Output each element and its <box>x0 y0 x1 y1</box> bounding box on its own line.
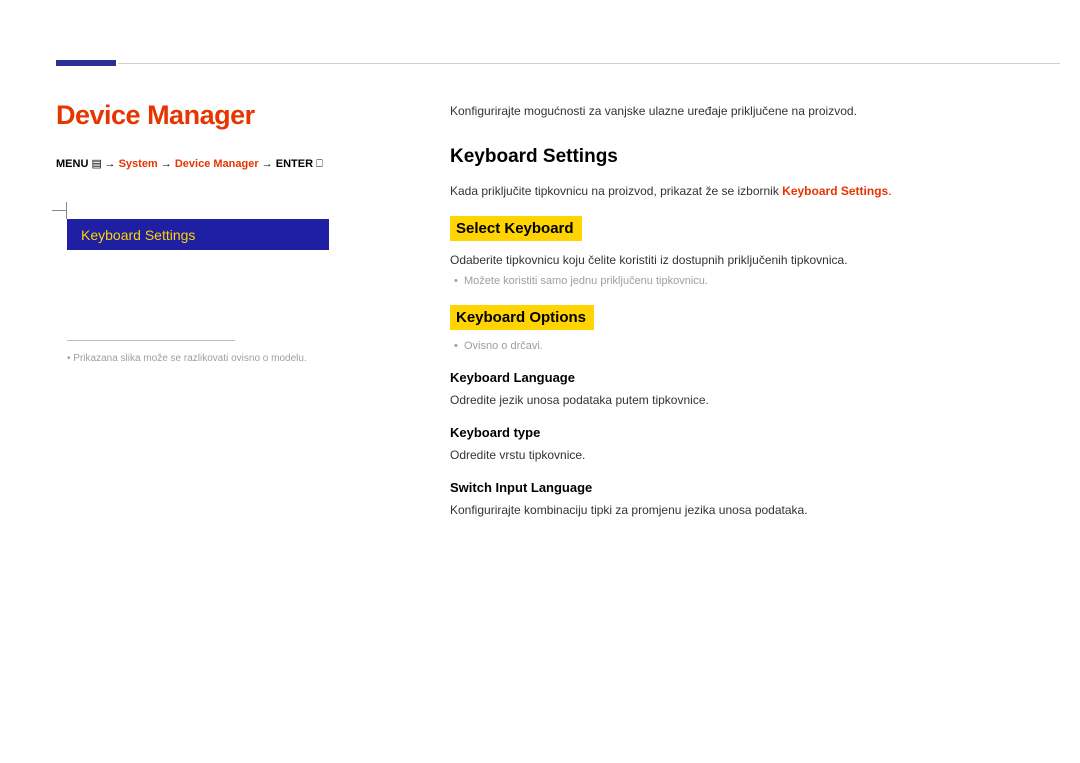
hint-post: . <box>888 184 891 198</box>
intro-text: Konfigurirajte mogućnosti za vanjske ula… <box>450 104 1020 118</box>
top-accent-bar <box>56 60 116 66</box>
breadcrumb-menu-label: MENU <box>56 158 88 170</box>
menu-indicator-v <box>66 202 67 219</box>
select-keyboard-desc: Odaberite tipkovnicu koju čelite koristi… <box>450 251 1020 269</box>
sidebar-item-label: Keyboard Settings <box>81 227 195 243</box>
model-footnote: Prikazana slika može se razlikovati ovis… <box>67 353 337 364</box>
left-column: Device Manager MENU ▤ → System → Device … <box>56 100 386 197</box>
breadcrumb: MENU ▤ → System → Device Manager → ENTER… <box>56 157 386 171</box>
breadcrumb-enter-label: ENTER <box>276 158 313 170</box>
keyboard-options-bullet: Ovisno o drčavi. <box>464 340 1020 352</box>
select-keyboard-title: Select Keyboard <box>450 216 582 241</box>
keyboard-options-title: Keyboard Options <box>450 305 594 330</box>
select-keyboard-bullet: Možete koristiti samo jednu priključenu … <box>464 275 1020 287</box>
switch-input-language-desc: Konfigurirajte kombinaciju tipki za prom… <box>450 501 1020 519</box>
switch-input-language-title: Switch Input Language <box>450 480 1020 495</box>
page-title: Device Manager <box>56 100 386 131</box>
settings-menu: Keyboard Settings Prikazana slika može s… <box>67 219 337 364</box>
left-footnote-divider <box>67 340 235 341</box>
keyboard-options-section: Keyboard Options Ovisno o drčavi. Keyboa… <box>450 305 1020 519</box>
menu-indicator-h <box>52 210 66 211</box>
breadcrumb-device-manager: Device Manager <box>175 158 259 170</box>
section-keyboard-settings-title: Keyboard Settings <box>450 146 1020 168</box>
content-column: Konfigurirajte mogućnosti za vanjske ula… <box>450 104 1020 529</box>
top-divider <box>118 63 1060 64</box>
keyboard-language-desc: Odredite jezik unosa podataka putem tipk… <box>450 391 1020 409</box>
select-keyboard-section: Select Keyboard Odaberite tipkovnicu koj… <box>450 216 1020 287</box>
sidebar-item-keyboard-settings[interactable]: Keyboard Settings <box>67 219 329 250</box>
menu-icon: ▤ <box>91 157 101 170</box>
enter-icon: ⎕ <box>316 158 326 171</box>
keyboard-type-title: Keyboard type <box>450 425 1020 440</box>
keyboard-language-title: Keyboard Language <box>450 370 1020 385</box>
hint-highlight: Keyboard Settings <box>782 184 888 198</box>
breadcrumb-system: System <box>119 158 158 170</box>
keyboard-settings-hint: Kada priključite tipkovnicu na proizvod,… <box>450 182 1020 200</box>
keyboard-type-desc: Odredite vrstu tipkovnice. <box>450 446 1020 464</box>
hint-pre: Kada priključite tipkovnicu na proizvod,… <box>450 184 782 198</box>
